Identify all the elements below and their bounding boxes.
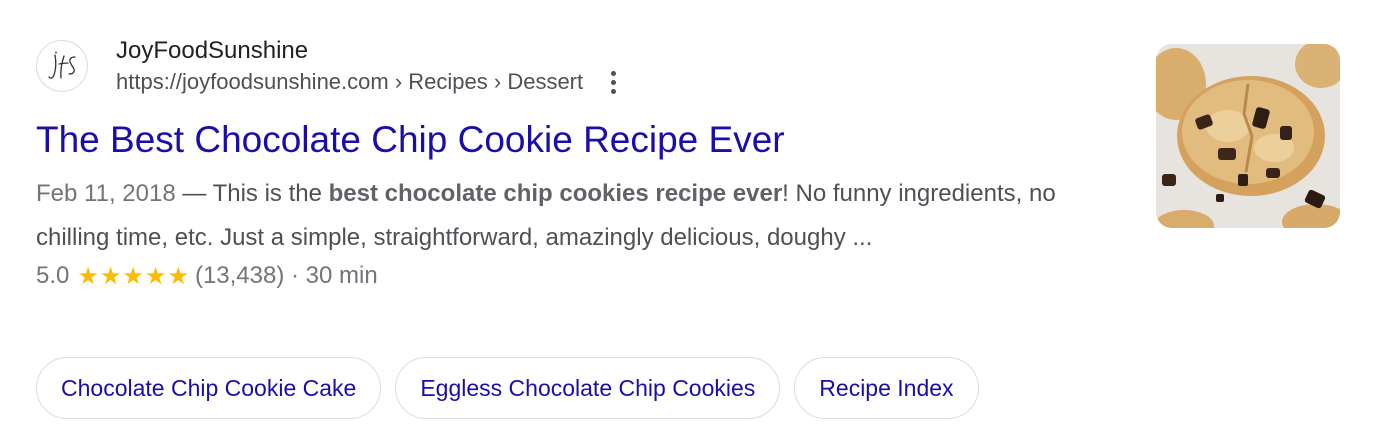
url-crumb-dessert: Dessert <box>507 69 584 94</box>
url-separator: › <box>487 69 508 94</box>
star-icon: ★ <box>77 262 99 290</box>
related-chips: Chocolate Chip Cookie Cake Eggless Choco… <box>36 357 979 419</box>
display-url[interactable]: https://joyfoodsunshine.com › Recipes › … <box>116 67 621 97</box>
search-result: JoyFoodSunshine https://joyfoodsunshine.… <box>36 30 1116 294</box>
star-icon: ★ <box>99 262 122 290</box>
url-crumb-recipes: Recipes <box>408 69 488 94</box>
snippet-date: Feb 11, 2018 <box>36 180 176 207</box>
dot <box>610 88 616 94</box>
site-name[interactable]: JoyFoodSunshine <box>116 35 621 67</box>
url-separator: › <box>388 69 409 94</box>
url-base: https://joyfoodsunshine.com <box>116 69 389 94</box>
result-snippet: Feb 11, 2018 — This is the best chocolat… <box>36 172 1096 260</box>
snippet-highlight: best chocolate chip cookies recipe ever <box>328 180 783 207</box>
result-thumbnail[interactable] <box>1156 44 1340 228</box>
dot <box>610 70 616 76</box>
star-icon: ★ <box>144 262 167 290</box>
source-text[interactable]: JoyFoodSunshine https://joyfoodsunshine.… <box>116 35 621 97</box>
site-favicon[interactable] <box>36 40 88 92</box>
result-source[interactable]: JoyFoodSunshine https://joyfoodsunshine.… <box>36 30 1116 102</box>
dot <box>610 79 616 85</box>
chip-recipe-index[interactable]: Recipe Index <box>794 357 979 419</box>
jfs-logo-icon <box>48 51 76 79</box>
result-title-link[interactable]: The Best Chocolate Chip Cookie Recipe Ev… <box>36 116 1116 164</box>
star-icon: ★ <box>122 262 144 290</box>
rating-separator: · <box>284 262 306 289</box>
star-icon: ★ <box>167 262 189 290</box>
rating-stars: ★ ★ ★ ★ ★ <box>77 262 189 290</box>
more-options-icon[interactable] <box>605 67 621 97</box>
rating-row: 5.0 ★ ★ ★ ★ ★ (13,438) · 30 min <box>36 258 1116 294</box>
rating-count: (13,438) <box>194 262 285 289</box>
cook-time: 30 min <box>305 262 378 289</box>
chip-chocolate-chip-cookie-cake[interactable]: Chocolate Chip Cookie Cake <box>36 357 382 419</box>
snippet-dash: — <box>175 180 213 207</box>
cookie-photo-image <box>1156 44 1340 228</box>
chip-eggless-chocolate-chip-cookies[interactable]: Eggless Chocolate Chip Cookies <box>395 357 781 419</box>
rating-value: 5.0 <box>36 262 70 289</box>
snippet-text-start: This is the <box>212 180 329 207</box>
